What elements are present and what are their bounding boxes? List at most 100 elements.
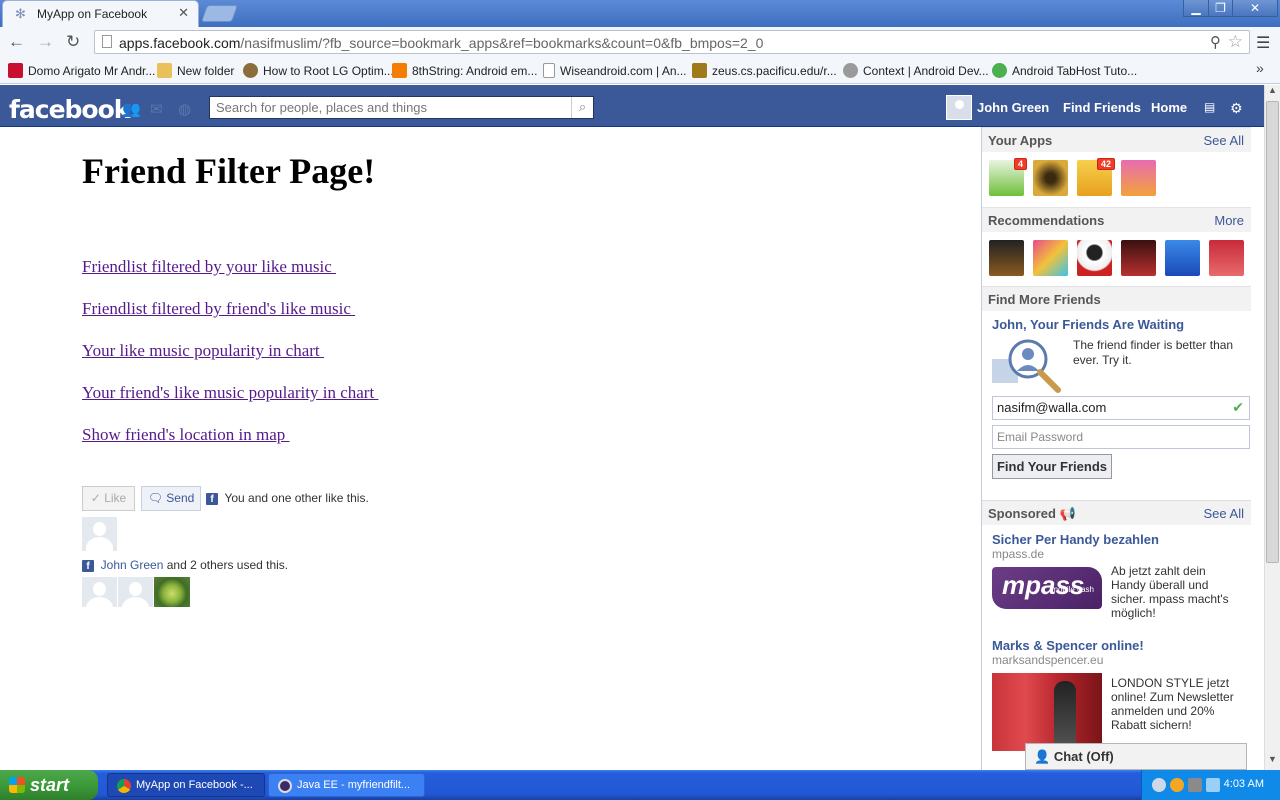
bookmark-folder[interactable]: New folder [157,63,234,78]
friend-avatar[interactable] [82,517,117,551]
address-bar[interactable]: apps.facebook.com/nasifmuslim/?fb_source… [94,30,1250,54]
app-icon-simcity[interactable]: 42 [1077,158,1115,196]
link-friend-music-chart[interactable]: Your friend's like music popularity in c… [82,383,378,403]
page-icon [543,63,555,78]
restore-button[interactable]: ❐ [1208,0,1233,17]
friend-avatar[interactable] [118,577,153,607]
friend-requests-icon[interactable]: 👥 [122,100,141,118]
recommended-app-icon[interactable] [1209,240,1244,276]
chat-bar[interactable]: 👤 Chat (Off) [1025,743,1247,770]
friend-avatar[interactable] [154,577,190,607]
link-friendlist-your-music[interactable]: Friendlist filtered by your like music [82,257,336,277]
friend-finder-title[interactable]: John, Your Friends Are Waiting [992,317,1184,332]
tray-arrow-icon[interactable] [1152,778,1166,792]
windows-flag-icon [9,777,25,793]
bookmark-item[interactable]: Android TabHost Tuto... [992,63,1137,78]
link-your-music-chart[interactable]: Your like music popularity in chart [82,341,324,361]
your-apps-header: Your Apps See All [982,127,1251,152]
start-button[interactable]: start [0,770,98,800]
recommended-app-icon[interactable] [1077,240,1112,276]
like-button[interactable]: ✓ Like [82,486,135,511]
home-link[interactable]: Home [1151,100,1187,115]
bookmark-favicon-icon [8,63,23,78]
find-friends-link[interactable]: Find Friends [1063,100,1141,115]
bookmark-item[interactable]: zeus.cs.pacificu.edu/r... [692,63,837,78]
back-icon[interactable]: ← [8,32,25,52]
eclipse-icon [278,779,292,793]
recommended-app-icon[interactable] [1165,240,1200,276]
settings-gear-icon[interactable]: ⚙ [1230,100,1243,117]
facebook-logo[interactable]: facebook [9,95,130,124]
recommended-app-icon[interactable] [989,240,1024,276]
tab-close-icon[interactable]: ✕ [178,5,189,21]
chrome-menu-icon[interactable]: ☰ [1256,33,1270,53]
privacy-shortcuts-icon[interactable]: ▤ [1204,100,1215,114]
friend-finder-magnifier-icon [992,339,1061,393]
bookmark-item[interactable]: Wiseandroid.com | An... [543,63,687,78]
friend-avatar[interactable] [82,577,117,607]
page-scrollbar[interactable]: ▲ ▼ [1264,85,1280,770]
marks-spencer-ad-image[interactable] [992,673,1102,751]
bookmark-item[interactable]: 8thString: Android em... [392,63,537,78]
profile-link[interactable]: John Green [977,100,1049,115]
recommended-app-icon[interactable] [1033,240,1068,276]
find-more-friends-header: Find More Friends [982,286,1251,311]
notifications-icon[interactable]: ◍ [178,100,196,118]
app-icon-sims[interactable]: 4 [989,158,1027,196]
link-friend-location-map[interactable]: Show friend's location in map [82,425,290,445]
forward-icon[interactable]: → [37,32,54,52]
send-button[interactable]: 🗨 Send [141,486,201,511]
facebook-small-icon: f [206,493,218,505]
chat-icon: 👤 [1034,749,1054,764]
reload-icon[interactable]: ↻ [66,32,80,52]
blogger-icon [392,63,407,78]
ad-text: LONDON STYLE jetzt online! Zum Newslette… [1111,676,1234,732]
avatar[interactable] [946,95,972,120]
browser-tab[interactable]: ✻ MyApp on Facebook ✕ [2,0,199,27]
bookmark-star-icon[interactable]: ☆ [1228,32,1243,52]
bookmark-item[interactable]: Context | Android Dev... [843,63,989,78]
more-recommendations-link[interactable]: More [1214,213,1244,228]
mpass-ad-image[interactable]: mpass mobile cash [992,567,1102,609]
bookmark-item[interactable]: How to Root LG Optim... [243,63,394,78]
minimize-button[interactable]: ▁ [1183,0,1209,17]
recommended-app-icon[interactable] [1121,240,1156,276]
send-icon: 🗨 [147,491,167,505]
taskbar-item-eclipse[interactable]: Java EE - myfriendfilt... [268,773,425,797]
ad-title[interactable]: Sicher Per Handy bezahlen [992,532,1159,547]
zoom-icon[interactable]: ⚲ [1210,33,1221,51]
find-your-friends-button[interactable]: Find Your Friends [992,454,1112,479]
app-icon-game[interactable] [1121,160,1156,196]
scroll-thumb[interactable] [1266,101,1279,563]
messages-icon[interactable]: ✉ [150,100,168,118]
bookmark-item[interactable]: Domo Arigato Mr Andr... [8,63,155,78]
see-all-apps-link[interactable]: See All [1204,133,1244,148]
close-window-button[interactable]: ✕ [1232,0,1278,17]
window-titlebar: ✻ MyApp on Facebook ✕ ▁ ❐ ✕ [0,0,1280,27]
right-sidebar: Your Apps See All 4 42 Recommendations M… [981,127,1251,770]
email-password-field[interactable]: Email Password [992,425,1250,449]
user-link[interactable]: John Green [101,558,164,572]
taskbar-item-chrome[interactable]: MyApp on Facebook -... [107,773,265,797]
see-all-ads-link[interactable]: See All [1204,506,1244,521]
network-icon[interactable] [1188,778,1202,792]
ad-text: Ab jetzt zahlt dein Handy überall und si… [1111,564,1229,620]
friend-finder-text: The friend finder is better than ever. T… [1073,338,1234,367]
megaphone-icon: 📢 [1059,506,1076,521]
camera-icon[interactable] [1206,778,1220,792]
search-box: ⌕ [209,96,594,119]
app-icon-music[interactable] [1033,160,1068,196]
link-friendlist-friend-music[interactable]: Friendlist filtered by friend's like mus… [82,299,355,319]
checkmark-icon: ✔ [1232,399,1244,415]
email-field[interactable]: nasifm@walla.com ✔ [992,396,1250,420]
scroll-down-icon[interactable]: ▼ [1265,754,1280,770]
search-input[interactable] [210,97,566,118]
used-this-summary: f John Green and 2 others used this. [82,558,288,572]
search-icon[interactable]: ⌕ [571,97,593,118]
new-tab-button[interactable] [200,5,239,22]
section-title: Recommendations [988,213,1105,228]
ad-title[interactable]: Marks & Spencer online! [992,638,1144,653]
bookmarks-overflow-icon[interactable]: » [1256,60,1264,76]
scroll-up-icon[interactable]: ▲ [1265,85,1280,101]
tray-app-icon[interactable] [1170,778,1184,792]
